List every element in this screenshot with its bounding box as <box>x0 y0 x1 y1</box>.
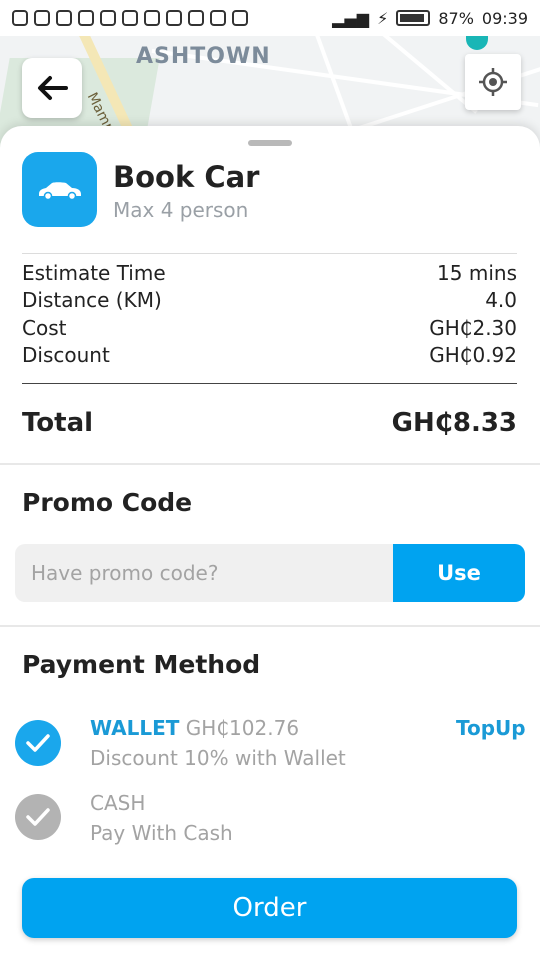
booking-sheet: Book Car Max 4 person Estimate Time 15 m… <box>0 126 540 960</box>
charging-icon: ⚡ <box>377 8 389 28</box>
signal-icon: ▂▄▆ <box>332 8 370 28</box>
location-icon <box>232 10 248 26</box>
notification-icon <box>100 10 116 26</box>
detail-label: Estimate Time <box>22 261 166 285</box>
topup-link[interactable]: TopUp <box>456 716 526 740</box>
total-label: Total <box>22 408 94 438</box>
notification-icons <box>12 10 248 26</box>
notification-icon <box>188 10 204 26</box>
notification-icon <box>210 10 226 26</box>
car-icon <box>22 152 97 227</box>
notification-icon <box>78 10 94 26</box>
back-button[interactable] <box>22 58 82 118</box>
wallet-balance: GH₵102.76 <box>185 716 300 740</box>
detail-value: 4.0 <box>485 288 517 312</box>
total-row: Total GH₵8.33 <box>22 408 517 438</box>
check-icon <box>26 734 50 752</box>
clock: 09:39 <box>481 8 528 28</box>
battery-icon <box>396 10 431 26</box>
use-promo-button[interactable]: Use <box>393 544 525 602</box>
total-value: GH₵8.33 <box>391 408 517 438</box>
section-separator <box>0 625 540 627</box>
wallet-option-title[interactable]: WALLET GH₵102.76 <box>90 716 299 740</box>
notification-icon <box>34 10 50 26</box>
promo-title: Promo Code <box>22 488 193 517</box>
detail-row-cost: Cost GH₵2.30 <box>22 316 517 340</box>
crosshair-icon <box>479 68 507 96</box>
promo-code-bar: Use <box>15 544 525 602</box>
detail-value: GH₵2.30 <box>429 316 517 340</box>
notification-icon <box>166 10 182 26</box>
detail-label: Distance (KM) <box>22 288 162 312</box>
cash-radio[interactable] <box>15 794 61 840</box>
battery-percent: 87% <box>438 8 474 28</box>
cash-option-title[interactable]: CASH <box>90 791 145 815</box>
vehicle-capacity: Max 4 person <box>113 198 249 222</box>
order-button[interactable]: Order <box>22 878 517 938</box>
divider <box>22 253 517 254</box>
promo-code-input[interactable] <box>15 544 393 602</box>
wallet-description: Discount 10% with Wallet <box>90 746 346 770</box>
notification-icon <box>12 10 28 26</box>
notification-icon <box>56 10 72 26</box>
cash-description: Pay With Cash <box>90 821 233 845</box>
vehicle-title: Book Car <box>113 160 260 194</box>
detail-value: 15 mins <box>437 261 517 285</box>
payment-method-title: Payment Method <box>22 650 261 679</box>
my-location-button[interactable] <box>465 54 521 110</box>
map-area-label: ASHTOWN <box>136 44 271 69</box>
detail-row-estimate-time: Estimate Time 15 mins <box>22 261 517 285</box>
divider <box>22 383 517 384</box>
check-icon <box>26 808 50 826</box>
wallet-name: WALLET <box>90 716 180 740</box>
detail-label: Discount <box>22 343 110 367</box>
status-right: ▂▄▆ ⚡ 87% 09:39 <box>332 9 528 28</box>
detail-label: Cost <box>22 316 67 340</box>
notification-icon <box>122 10 138 26</box>
sheet-drag-handle[interactable] <box>248 140 292 146</box>
section-separator <box>0 463 540 465</box>
detail-row-distance: Distance (KM) 4.0 <box>22 288 517 312</box>
back-arrow-icon <box>38 76 68 100</box>
notification-icon <box>144 10 160 26</box>
detail-row-discount: Discount GH₵0.92 <box>22 343 517 367</box>
detail-value: GH₵0.92 <box>429 343 517 367</box>
status-bar: ▂▄▆ ⚡ 87% 09:39 <box>0 0 540 36</box>
wallet-radio[interactable] <box>15 720 61 766</box>
car-glyph <box>38 181 81 200</box>
map-road <box>322 36 478 114</box>
map-pin-icon <box>466 36 488 50</box>
